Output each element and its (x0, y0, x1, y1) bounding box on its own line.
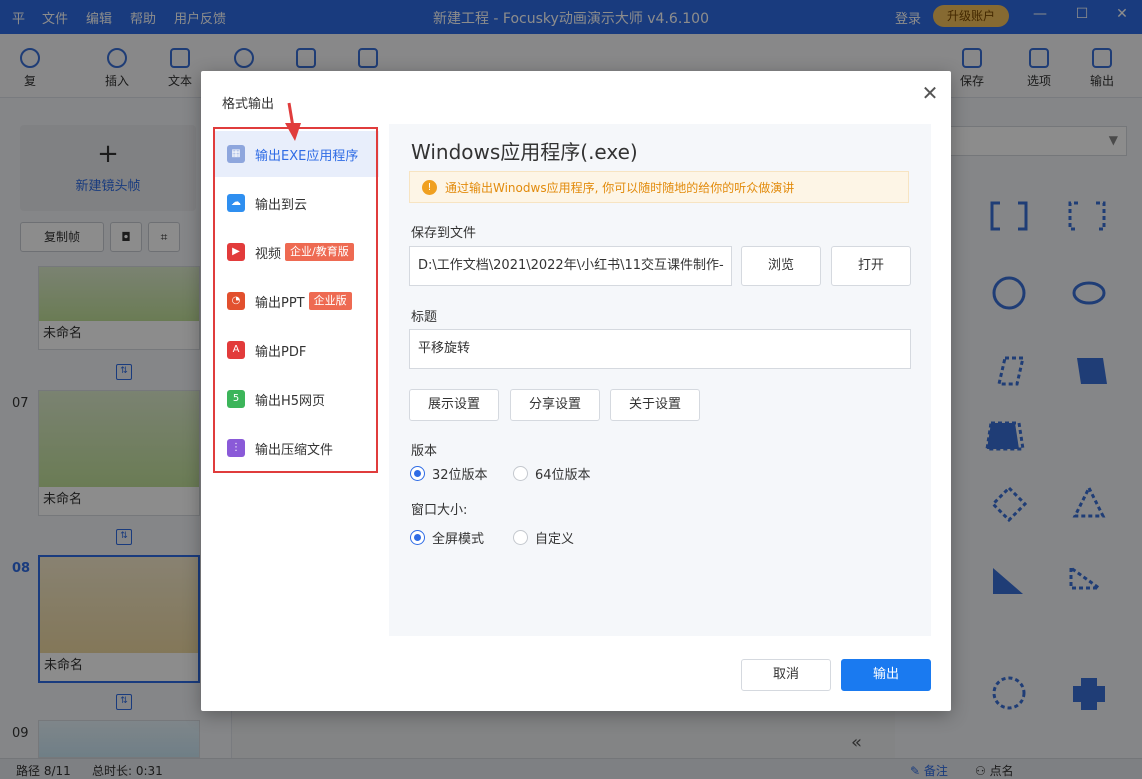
export-dialog: 格式输出 ✕ ▦ 输出EXE应用程序 ☁ 输出到云 ▶ 视频 企业/教育版 ◔ … (201, 71, 951, 711)
title-input[interactable]: 平移旋转 (409, 329, 911, 369)
close-icon[interactable]: ✕ (917, 81, 943, 105)
save-path-input[interactable]: D:\工作文档\2021\2022年\小红书\11交互课件制作- (409, 246, 732, 286)
share-settings-button[interactable]: 分享设置 (510, 389, 600, 421)
export-heading: Windows应用程序(.exe) (411, 140, 638, 164)
window-size-label: 窗口大小: (411, 503, 468, 518)
display-settings-button[interactable]: 展示设置 (409, 389, 499, 421)
title-label: 标题 (411, 310, 438, 325)
export-settings: Windows应用程序(.exe) ! 通过输出Winodws应用程序, 你可以… (389, 124, 931, 636)
dialog-title: 格式输出 (222, 97, 275, 112)
cancel-button[interactable]: 取消 (741, 659, 831, 691)
version-64-radio[interactable]: 64位版本 (513, 464, 591, 483)
version-label: 版本 (411, 444, 438, 459)
info-icon: ! (422, 179, 437, 195)
highlight-frame (213, 127, 378, 473)
about-settings-button[interactable]: 关于设置 (610, 389, 700, 421)
custom-size-radio[interactable]: 自定义 (513, 528, 574, 547)
browse-button[interactable]: 浏览 (741, 246, 821, 286)
open-button[interactable]: 打开 (831, 246, 911, 286)
fullscreen-radio[interactable]: 全屏模式 (410, 528, 484, 547)
info-notice: ! 通过输出Winodws应用程序, 你可以随时随地的给你的听众做演讲 (409, 171, 909, 203)
red-arrow-annotation (285, 102, 301, 141)
export-button[interactable]: 输出 (841, 659, 931, 691)
version-32-radio[interactable]: 32位版本 (410, 464, 488, 483)
save-to-file-label: 保存到文件 (411, 226, 477, 241)
